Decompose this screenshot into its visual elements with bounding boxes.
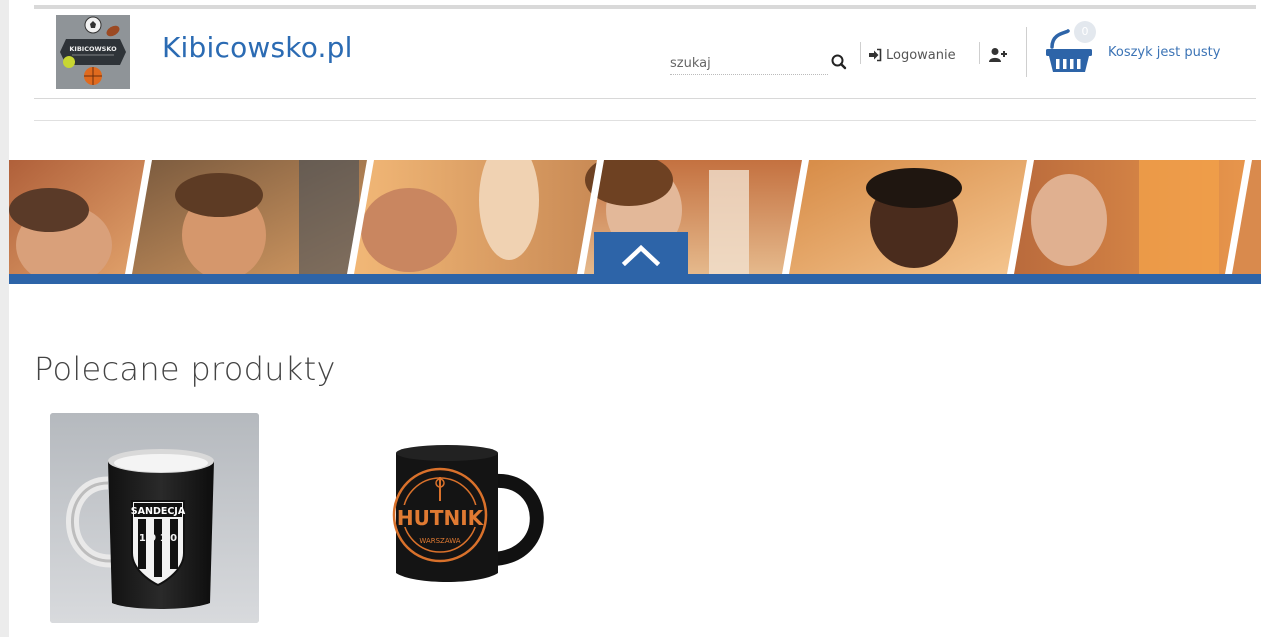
cart-status-link[interactable]: Koszyk jest pusty	[1108, 45, 1220, 60]
search-icon[interactable]	[830, 53, 848, 71]
search-input[interactable]	[670, 49, 828, 75]
product-image-sandecja-mug: SANDECJA 1 9 1 0	[50, 413, 259, 623]
header-divider	[1026, 27, 1027, 77]
banner-collapse-button[interactable]	[594, 232, 688, 277]
header-divider	[860, 42, 861, 64]
login-label: Logowanie	[886, 47, 956, 63]
product-image-hutnik-mug: HUTNIK WARSZAWA	[392, 445, 544, 582]
login-link[interactable]: Logowanie	[868, 45, 956, 65]
user-plus-icon[interactable]	[988, 47, 1008, 63]
cart-count-badge: 0	[1074, 21, 1096, 43]
product-print-name: HUTNIK	[397, 506, 485, 530]
header-divider	[979, 42, 980, 64]
product-print-city: WARSZAWA	[419, 537, 460, 545]
product-card-sandecja-mug[interactable]: SANDECJA 1 9 1 0	[50, 413, 259, 623]
product-print-year: 1 9 1 0	[139, 533, 177, 544]
sign-in-icon	[869, 48, 882, 62]
logo-text: KIBICOWSKO	[69, 45, 117, 53]
page-frame-left	[0, 0, 9, 637]
product-card-hutnik-mug[interactable]: HUTNIK WARSZAWA	[370, 413, 579, 623]
nav-divider	[34, 120, 1256, 121]
site-logo[interactable]: KIBICOWSKO	[56, 15, 130, 89]
chevron-up-icon	[621, 244, 661, 266]
logo-graphic: KIBICOWSKO	[56, 15, 130, 89]
site-header: KIBICOWSKO Kibicowsko.pl Logowanie	[34, 9, 1256, 99]
search-form	[670, 49, 864, 75]
product-print-name: SANDECJA	[131, 506, 186, 517]
site-name[interactable]: Kibicowsko.pl	[162, 31, 353, 64]
featured-products-title: Polecane produkty	[34, 350, 336, 388]
